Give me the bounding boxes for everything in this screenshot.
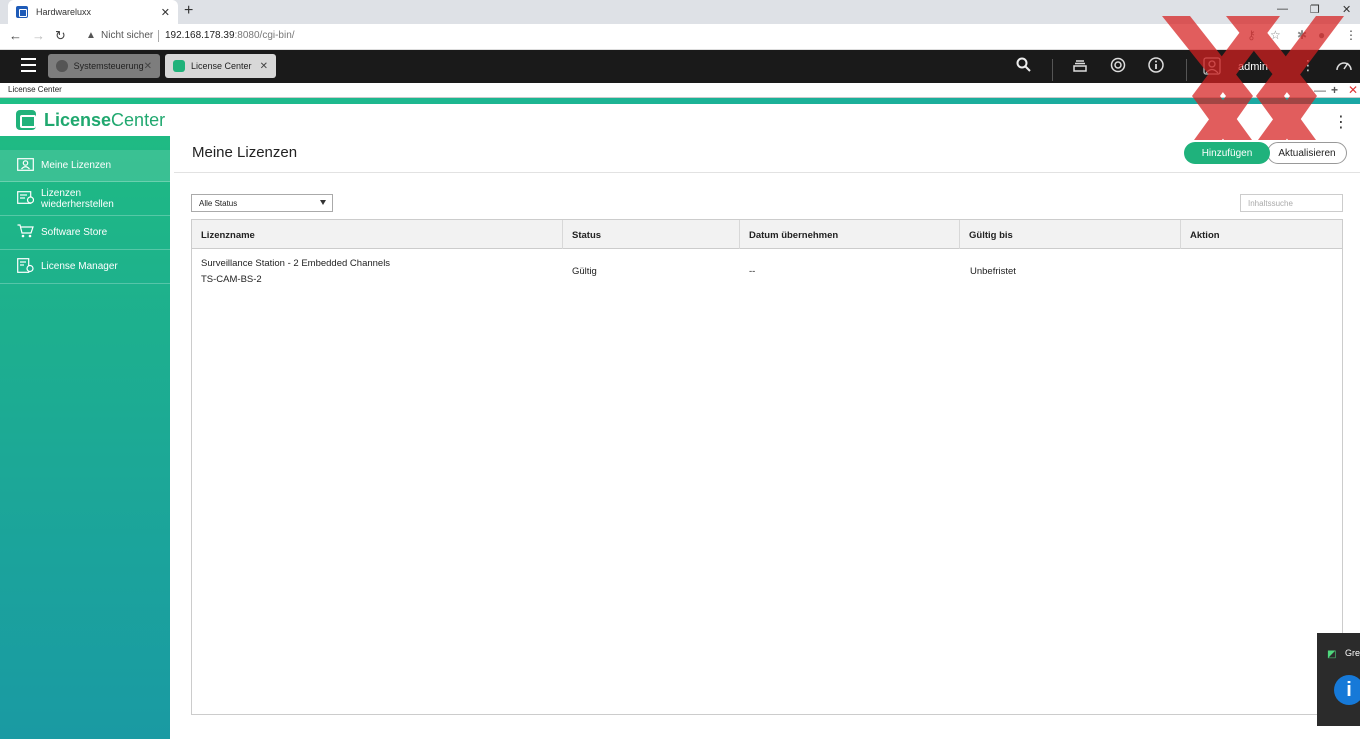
- qnap-favicon-icon: [16, 6, 28, 18]
- admin-user-menu[interactable]: admin: [1238, 61, 1268, 73]
- sync-icon[interactable]: [1110, 57, 1126, 77]
- url-path: :8080/cgi-bin/: [234, 30, 295, 41]
- not-secure-label[interactable]: Nicht sicher: [101, 30, 153, 41]
- search-icon[interactable]: [1016, 57, 1031, 76]
- license-code: TS-CAM-BS-2: [201, 274, 262, 285]
- column-header-gueltig-bis[interactable]: Gültig bis: [960, 220, 1181, 249]
- license-date: --: [749, 266, 756, 277]
- new-tab-button[interactable]: +: [184, 2, 193, 20]
- status-filter-value: Alle Status: [199, 199, 238, 208]
- more-options-icon[interactable]: ⋮: [1301, 57, 1315, 74]
- cart-icon: [16, 224, 34, 241]
- warning-triangle-icon: ▲: [86, 30, 96, 41]
- license-name: Surveillance Station - 2 Embedded Channe…: [201, 258, 391, 269]
- app-title: LicenseCenter: [44, 110, 165, 131]
- window-minimize-button[interactable]: —: [1314, 83, 1326, 97]
- page-title: Meine Lizenzen: [192, 144, 298, 161]
- app-title-light: Center: [111, 110, 166, 130]
- notification-text: Gre: [1345, 648, 1360, 658]
- browser-tab[interactable]: Hardwareluxx ✕: [8, 0, 178, 24]
- window-close-button[interactable]: ✕: [1348, 83, 1358, 97]
- qts-top-bar: Systemsteuerung ✕ License Center ✕ admin…: [0, 50, 1360, 83]
- app-tab-label: License Center: [191, 61, 252, 71]
- back-arrow-icon[interactable]: ←: [9, 28, 22, 43]
- license-manager-icon: [16, 257, 34, 276]
- column-header-datum[interactable]: Datum übernehmen: [740, 220, 960, 249]
- star-icon[interactable]: ☆: [1270, 28, 1281, 42]
- restore-license-icon: [16, 190, 34, 207]
- reload-icon[interactable]: ↻: [55, 28, 66, 44]
- user-avatar-icon[interactable]: [1203, 57, 1221, 79]
- notification-panel[interactable]: ◩ Gre i: [1317, 633, 1360, 726]
- license-table: Lizenzname Status Datum übernehmen Gülti…: [191, 219, 1343, 715]
- window-minimize-icon[interactable]: —: [1277, 3, 1288, 15]
- sidebar-item-software-store[interactable]: Software Store: [0, 216, 170, 250]
- sidebar-item-meine-lizenzen[interactable]: Meine Lizenzen: [0, 150, 170, 182]
- browser-tab-close-icon[interactable]: ✕: [161, 6, 170, 19]
- sidebar: Meine Lizenzen Lizenzen wiederherstellen…: [0, 136, 170, 739]
- add-button[interactable]: Hinzufügen: [1184, 142, 1270, 164]
- gear-icon: [56, 60, 68, 72]
- refresh-button[interactable]: Aktualisieren: [1267, 142, 1347, 164]
- column-header-lizenzname[interactable]: Lizenzname: [192, 220, 563, 249]
- top-bar-divider: [1052, 59, 1053, 81]
- url-field[interactable]: 192.168.178.39:8080/cgi-bin/: [165, 30, 295, 41]
- notification-logo-icon: ◩: [1327, 649, 1337, 660]
- browser-tab-title: Hardwareluxx: [36, 7, 92, 17]
- sidebar-item-lizenzen-wiederherstellen[interactable]: Lizenzen wiederherstellen: [0, 182, 170, 216]
- status-filter-select[interactable]: Alle Status: [191, 194, 333, 212]
- window-title: License Center: [8, 85, 62, 94]
- window-restore-icon[interactable]: ❐: [1310, 3, 1320, 16]
- top-bar-divider: [1186, 59, 1187, 81]
- license-center-logo-icon: [16, 110, 36, 130]
- forward-arrow-icon[interactable]: →: [32, 28, 45, 43]
- app-tab-systemsteuerung[interactable]: Systemsteuerung ✕: [48, 54, 160, 78]
- header-divider: [174, 172, 1360, 173]
- address-bar: ← → ↻ ▲ Nicht sicher 192.168.178.39:8080…: [0, 24, 1360, 50]
- info-icon[interactable]: [1148, 57, 1164, 77]
- dashboard-gauge-icon[interactable]: [1335, 57, 1353, 77]
- address-divider: [158, 30, 159, 42]
- table-header: Lizenzname Status Datum übernehmen Gülti…: [192, 220, 1342, 249]
- column-header-aktion: Aktion: [1190, 230, 1220, 241]
- sidebar-item-label: Software Store: [41, 227, 108, 238]
- content-search-input[interactable]: Inhaltssuche: [1240, 194, 1343, 212]
- info-circle-icon[interactable]: i: [1334, 675, 1360, 705]
- chevron-down-icon: [320, 200, 326, 205]
- sidebar-item-license-manager[interactable]: License Manager: [0, 250, 170, 284]
- browser-menu-icon[interactable]: ⋮: [1345, 28, 1357, 42]
- sidebar-item-label: Meine Lizenzen: [41, 160, 112, 171]
- window-maximize-button[interactable]: +: [1331, 83, 1338, 97]
- app-tab-close-icon[interactable]: ✕: [260, 61, 268, 72]
- app-title-bold: License: [44, 110, 112, 130]
- window-close-icon[interactable]: ✕: [1342, 3, 1351, 16]
- column-header-status[interactable]: Status: [563, 220, 740, 249]
- app-tab-label: Systemsteuerung: [73, 61, 144, 71]
- key-icon[interactable]: ⚷: [1247, 28, 1256, 42]
- app-tab-license-center[interactable]: License Center ✕: [165, 54, 276, 78]
- profile-avatar-icon[interactable]: ●: [1318, 28, 1325, 42]
- sidebar-item-label: License Manager: [41, 261, 118, 272]
- main-menu-hamburger-icon[interactable]: [21, 58, 36, 72]
- window-title-bar: License Center — + ✕: [0, 83, 1360, 98]
- sidebar-item-label: Lizenzen wiederherstellen: [41, 187, 114, 210]
- license-center-icon: [173, 60, 185, 72]
- license-status: Gültig: [572, 266, 597, 277]
- browser-tab-strip: Hardwareluxx ✕ + — ❐ ✕: [0, 0, 1360, 24]
- app-header: LicenseCenter ⋮: [0, 104, 1360, 136]
- app-tab-close-icon[interactable]: ✕: [144, 61, 152, 72]
- extension-puzzle-icon[interactable]: ✱: [1297, 28, 1307, 42]
- app-menu-kebab-icon[interactable]: ⋮: [1333, 112, 1349, 132]
- user-card-icon: [16, 157, 34, 174]
- stacked-tasks-icon[interactable]: [1072, 57, 1088, 77]
- url-host: 192.168.178.39: [165, 30, 235, 41]
- license-valid-until: Unbefristet: [970, 266, 1016, 277]
